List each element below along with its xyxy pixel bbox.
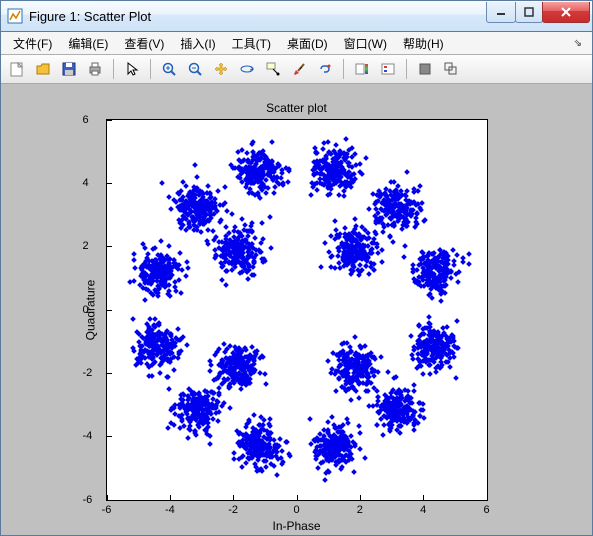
- toolbar: [1, 55, 592, 84]
- zoom-in-icon[interactable]: [157, 57, 181, 81]
- rotate3d-icon[interactable]: [235, 57, 259, 81]
- axes-title: Scatter plot: [106, 101, 488, 115]
- axes[interactable]: -6-4-20246-6-4-20246: [106, 119, 488, 501]
- toolbar-separator: [406, 59, 407, 79]
- save-icon[interactable]: [57, 57, 81, 81]
- menu-view[interactable]: 查看(V): [116, 33, 172, 54]
- y-tick-label: -2: [83, 367, 93, 379]
- y-tick-label: 4: [83, 177, 89, 189]
- open-icon[interactable]: [31, 57, 55, 81]
- pan-icon[interactable]: [209, 57, 233, 81]
- menu-bar: 文件(F) 编辑(E) 查看(V) 插入(I) 工具(T) 桌面(D) 窗口(W…: [1, 32, 592, 55]
- figure-window: Figure 1: Scatter Plot 文件(F) 编辑(E) 查看(V)…: [0, 0, 593, 536]
- menu-file[interactable]: 文件(F): [5, 33, 60, 54]
- title-bar[interactable]: Figure 1: Scatter Plot: [1, 1, 592, 32]
- menu-tools[interactable]: 工具(T): [224, 33, 279, 54]
- new-figure-icon[interactable]: [5, 57, 29, 81]
- figure-canvas[interactable]: Scatter plot Quadrature In-Phase -6-4-20…: [1, 84, 592, 535]
- x-tick-label: 2: [357, 504, 363, 516]
- legend-icon[interactable]: [376, 57, 400, 81]
- window-title: Figure 1: Scatter Plot: [29, 9, 487, 24]
- y-tick-label: -4: [83, 430, 93, 442]
- minimize-button[interactable]: [486, 2, 516, 23]
- menu-overflow-icon[interactable]: ⇘: [568, 38, 588, 49]
- pointer-icon[interactable]: [120, 57, 144, 81]
- maximize-button[interactable]: [515, 2, 543, 23]
- colorbar-icon[interactable]: [350, 57, 374, 81]
- menu-edit[interactable]: 编辑(E): [60, 33, 116, 54]
- print-icon[interactable]: [83, 57, 107, 81]
- y-tick-label: 0: [83, 304, 89, 316]
- zoom-out-icon[interactable]: [183, 57, 207, 81]
- x-axis-label: In-Phase: [106, 519, 488, 533]
- link-icon[interactable]: [313, 57, 337, 81]
- menu-window[interactable]: 窗口(W): [336, 33, 395, 54]
- close-button[interactable]: [542, 2, 590, 23]
- x-tick-label: 6: [483, 504, 489, 516]
- brush-icon[interactable]: [287, 57, 311, 81]
- x-tick-label: -6: [102, 504, 112, 516]
- menu-desktop[interactable]: 桌面(D): [279, 33, 336, 54]
- toolbar-separator: [343, 59, 344, 79]
- y-tick-label: -6: [83, 494, 93, 506]
- toolbar-separator: [113, 59, 114, 79]
- x-tick-label: 4: [420, 504, 426, 516]
- menu-insert[interactable]: 插入(I): [172, 33, 223, 54]
- data-cursor-icon[interactable]: [261, 57, 285, 81]
- x-tick-label: -4: [165, 504, 175, 516]
- axes-container: Scatter plot Quadrature In-Phase -6-4-20…: [106, 119, 488, 501]
- y-tick-label: 6: [83, 114, 89, 126]
- window-controls: [487, 2, 590, 22]
- show-plot-tools-icon[interactable]: [439, 57, 463, 81]
- menu-help[interactable]: 帮助(H): [395, 33, 452, 54]
- hide-plot-tools-icon[interactable]: [413, 57, 437, 81]
- y-tick-label: 2: [83, 240, 89, 252]
- x-tick-label: 0: [293, 504, 299, 516]
- toolbar-separator: [150, 59, 151, 79]
- matlab-figure-icon: [7, 8, 23, 24]
- x-tick-label: -2: [228, 504, 238, 516]
